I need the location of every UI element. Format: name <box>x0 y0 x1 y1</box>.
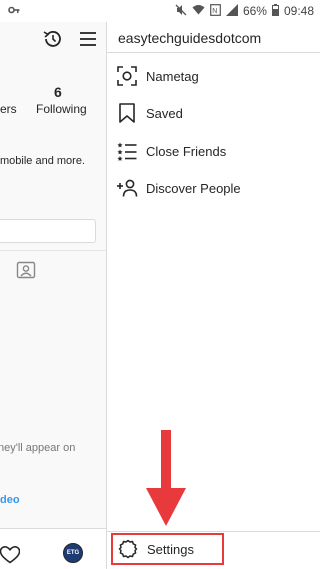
nametag-icon <box>116 65 138 87</box>
menu-item-label: Discover People <box>146 180 241 196</box>
tagged-photos-icon[interactable] <box>16 260 36 285</box>
gear-icon <box>117 538 139 560</box>
menu-item-label: Saved <box>146 105 183 121</box>
bio-text: mobile and more. <box>0 155 85 167</box>
profile-background: 6 ers Following mobile and more. ney'll … <box>0 22 107 569</box>
menu-item-label: Close Friends <box>146 143 227 159</box>
nfc-icon: N <box>210 3 221 19</box>
bottom-nav: ETG <box>0 528 106 569</box>
menu-item-label: Nametag <box>146 68 199 84</box>
heart-icon[interactable] <box>0 545 21 569</box>
settings-button[interactable]: Settings <box>111 533 224 565</box>
followers-label[interactable]: ers <box>0 102 17 116</box>
side-drawer-menu: easytechguidesdotcom Nametag Saved Close… <box>107 22 320 569</box>
clock-time: 09:48 <box>283 4 314 18</box>
key-icon <box>8 4 20 18</box>
empty-state-text: ney'll appear on <box>0 442 76 454</box>
add-person-icon <box>116 177 138 199</box>
battery-level: 66% <box>242 4 267 18</box>
following-label[interactable]: Following <box>36 102 87 116</box>
wifi-icon <box>192 4 205 18</box>
menu-item-saved[interactable]: Saved <box>107 98 320 128</box>
bookmark-icon <box>116 102 138 124</box>
drawer-divider <box>107 52 320 53</box>
status-bar: N 66% 09:48 <box>0 0 320 22</box>
menu-icon[interactable] <box>78 28 98 55</box>
menu-item-nametag[interactable]: Nametag <box>107 61 320 91</box>
down-arrow-annotation <box>146 430 186 526</box>
drawer-username: easytechguidesdotcom <box>118 30 262 46</box>
mute-icon <box>175 4 187 19</box>
menu-item-close-friends[interactable]: Close Friends <box>107 136 320 166</box>
edit-profile-button[interactable] <box>0 219 96 243</box>
close-friends-icon <box>116 140 138 162</box>
signal-icon <box>225 3 238 19</box>
battery-icon <box>271 3 279 19</box>
following-count[interactable]: 6 <box>54 84 62 100</box>
tab-divider <box>0 250 106 251</box>
settings-label: Settings <box>147 541 194 557</box>
menu-item-discover-people[interactable]: Discover People <box>107 173 320 203</box>
settings-divider <box>107 531 320 532</box>
video-link[interactable]: deo <box>0 494 20 506</box>
profile-avatar[interactable]: ETG <box>63 543 83 563</box>
archive-icon[interactable] <box>42 28 64 55</box>
svg-text:N: N <box>212 8 217 15</box>
